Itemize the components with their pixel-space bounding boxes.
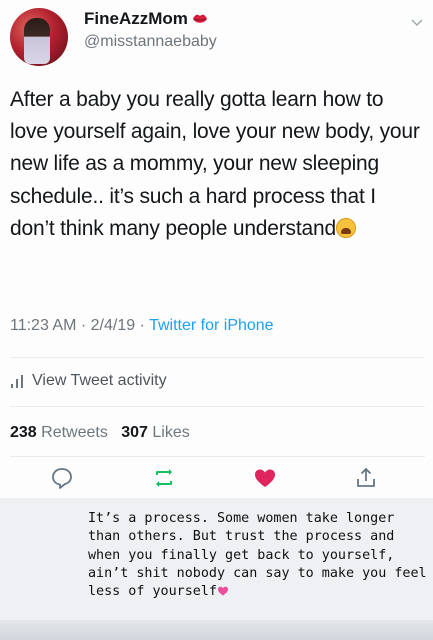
tweet-header: FineAzzMom @misstannaebaby	[0, 0, 433, 80]
avatar[interactable]	[10, 8, 68, 66]
story-caption: It’s a process. Some women take longer t…	[88, 510, 428, 601]
tweet-text: After a baby you really gotta learn how …	[10, 84, 425, 245]
retweets-label[interactable]: Retweets	[41, 424, 108, 441]
display-name[interactable]: FineAzzMom	[84, 9, 188, 29]
reply-icon[interactable]	[50, 466, 74, 490]
tweet-time: 11:23 AM	[10, 317, 77, 334]
tweet-meta: 11:23 AM · 2/4/19 · Twitter for iPhone	[10, 317, 274, 335]
share-icon[interactable]	[354, 466, 378, 490]
weary-face-icon	[335, 217, 356, 238]
tweet-date: 2/4/19	[90, 317, 136, 334]
likes-label[interactable]: Likes	[152, 424, 189, 441]
avatar-photo	[24, 18, 50, 64]
heart-icon[interactable]	[253, 466, 277, 490]
tweet-stats: 238 Retweets 307 Likes	[10, 424, 190, 442]
bar-chart-icon	[10, 374, 24, 388]
meta-separator: ·	[139, 317, 145, 334]
retweets-count[interactable]: 238	[10, 424, 37, 441]
tweet-actions-bar	[0, 466, 433, 496]
bottom-edge	[0, 620, 433, 640]
likes-count[interactable]: 307	[121, 424, 148, 441]
pink-heart-icon	[218, 586, 228, 596]
caption-text: It’s a process. Some women take longer t…	[88, 511, 427, 600]
story-caption-overlay: It’s a process. Some women take longer t…	[0, 498, 433, 640]
tweet-card: FineAzzMom @misstannaebaby After a baby …	[0, 0, 433, 498]
divider	[10, 357, 425, 358]
display-name-row[interactable]: FineAzzMom	[84, 8, 208, 30]
activity-label: View Tweet activity	[32, 372, 167, 389]
divider	[10, 406, 425, 407]
tweet-body: After a baby you really gotta learn how …	[10, 88, 420, 240]
retweet-icon[interactable]	[152, 466, 176, 490]
view-tweet-activity-link[interactable]: View Tweet activity	[10, 372, 167, 390]
chevron-down-icon[interactable]	[411, 16, 423, 28]
handle[interactable]: @misstannaebaby	[84, 33, 217, 51]
tweet-source-link[interactable]: Twitter for iPhone	[149, 317, 274, 334]
kiss-lips-icon	[192, 14, 207, 23]
meta-separator: ·	[80, 317, 87, 334]
divider	[10, 456, 425, 457]
